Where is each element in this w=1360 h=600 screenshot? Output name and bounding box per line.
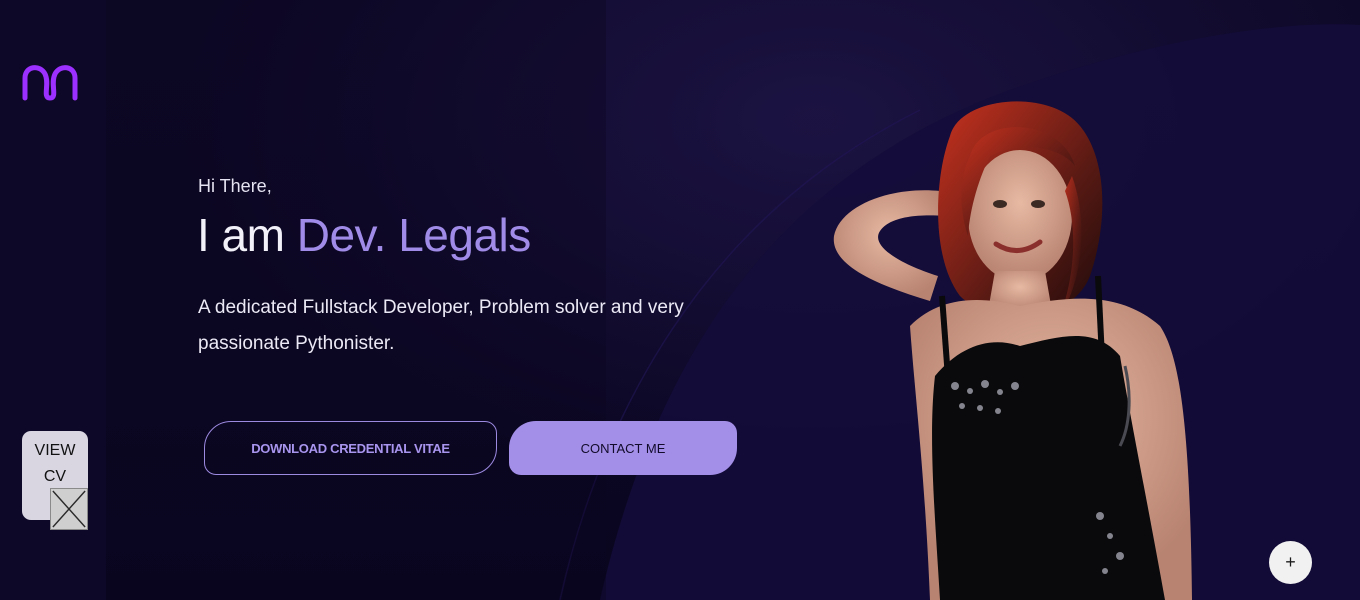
download-cv-label: DOWNLOAD CREDENTIAL VITAE: [251, 440, 450, 456]
download-cv-button[interactable]: DOWNLOAD CREDENTIAL VITAE: [204, 421, 497, 475]
hero-headline: I am Dev. Legals: [197, 208, 531, 262]
hero-page: VIEW CV Hi There, I am Dev. Legals A ded…: [0, 0, 1360, 600]
headline-prefix: I am: [197, 209, 297, 261]
broken-image-icon: [50, 488, 88, 530]
view-cv-label: VIEW CV: [34, 442, 76, 485]
hero-tagline: A dedicated Fullstack Developer, Problem…: [198, 297, 684, 354]
greeting-text: Hi There,: [198, 176, 272, 196]
contact-me-label: CONTACT ME: [580, 440, 666, 456]
m-logo-icon[interactable]: [20, 58, 80, 104]
plus-icon[interactable]: +: [1269, 541, 1312, 584]
contact-me-button[interactable]: CONTACT ME: [509, 421, 737, 475]
developer-name: Dev. Legals: [296, 209, 532, 261]
hero-portrait-image: [833, 101, 1192, 600]
